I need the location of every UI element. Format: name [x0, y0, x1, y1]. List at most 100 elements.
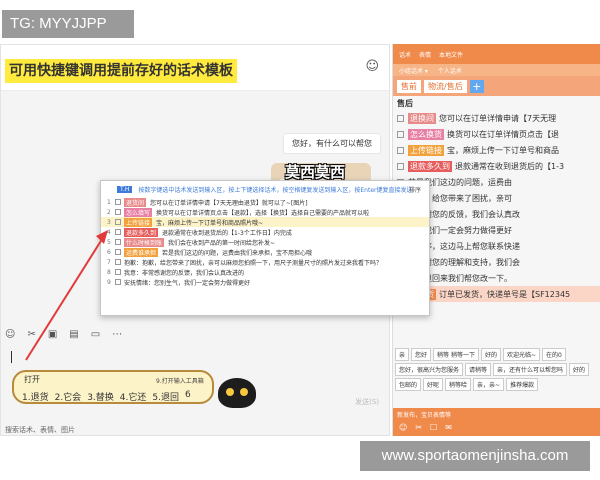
- row-badge: 上传链接: [408, 144, 444, 156]
- row-badge: 怎么填写: [124, 207, 153, 217]
- row-number: 7: [107, 258, 111, 266]
- checkbox[interactable]: [115, 209, 121, 215]
- add-tab-button[interactable]: +: [469, 79, 484, 93]
- row-text: 订单已发货，快递单号是【SF12345: [439, 289, 571, 299]
- row-text: 您可以在订单详情申请【7天无理由退货】就可以了~[图片]: [150, 199, 308, 207]
- checkbox[interactable]: [115, 239, 121, 245]
- popup-row[interactable]: 3 上传链接 宝，麻烦上传一下订单号和商品照片哦~: [101, 217, 429, 227]
- checkbox[interactable]: [115, 199, 121, 205]
- checkbox[interactable]: [397, 146, 404, 154]
- row-number: 5: [107, 238, 111, 246]
- checkbox[interactable]: [115, 259, 121, 265]
- hint-option[interactable]: 6: [185, 390, 191, 403]
- sidebar-sub-tab[interactable]: 小组话术 ▾: [399, 66, 428, 75]
- checkbox[interactable]: [115, 269, 121, 275]
- folder-icon[interactable]: ▭: [91, 329, 100, 347]
- chat-titlebar: 可用快捷键调用提前存好的话术模板 ☺: [1, 45, 389, 91]
- popup-row[interactable]: 5 什么时候到账 我们会在收到产品的第一时间给您补发~: [101, 237, 429, 247]
- sidebar-sub-tab[interactable]: 个人话术: [438, 66, 462, 75]
- quick-chip[interactable]: 好的: [569, 363, 590, 376]
- sidebar-top-tab[interactable]: 本地文件: [439, 50, 463, 59]
- sidebar-row[interactable]: 上传链接 宝，麻烦上传一下订单号和商品: [393, 142, 600, 158]
- tab-presale[interactable]: 售前: [397, 79, 421, 93]
- popup-row[interactable]: 4 退款多久到 退款通常在收到退货后的【1-3个工作日】内完成: [101, 227, 429, 237]
- hint-option[interactable]: 2.它会: [55, 390, 82, 403]
- row-text: 宝，麻烦上传一下订单号和商品: [447, 145, 559, 155]
- popup-row[interactable]: 1 退货间 您可以在订单详情申请【7天无理由退货】就可以了~[图片]: [101, 197, 429, 207]
- person-icon[interactable]: ☺: [365, 59, 379, 74]
- sidebar-row[interactable]: 怎么换货 换货可以在订单详情页点击【退: [393, 126, 600, 142]
- quick-chip[interactable]: 请稍等: [465, 363, 492, 376]
- quick-chip[interactable]: 好呢: [423, 378, 444, 391]
- scissors-icon[interactable]: ✂: [415, 423, 422, 432]
- quick-chip[interactable]: 好的: [480, 348, 501, 361]
- popup-row[interactable]: 6 运费谁承担 若是我们这边的问题，运费由我们来承担，宝不用担心哦: [101, 247, 429, 257]
- quick-chip[interactable]: 稍等 稍等一下: [433, 348, 479, 361]
- row-text: 您可以在订单详情申请【7天无理: [439, 113, 557, 123]
- checkbox[interactable]: [397, 130, 404, 138]
- quick-chip[interactable]: 亲，还有什么可以帮您吗: [493, 363, 568, 376]
- popup-row[interactable]: 9 安抚情绪：您别生气，我们一定会努力做得更好: [101, 277, 429, 287]
- emoji-icon[interactable]: ☺: [5, 329, 15, 347]
- hint-option[interactable]: 1.退货: [22, 390, 49, 403]
- hint-option[interactable]: 5.退回: [152, 390, 179, 403]
- checkbox[interactable]: [115, 249, 121, 255]
- mail-icon[interactable]: ✉: [445, 423, 452, 432]
- popup-hint: 按数字键选中话术发送到输入区，按上下键选择话术，按空格键复发送到输入区，按Ent…: [138, 186, 413, 194]
- row-text: 安抚情绪：您别生气，我们一定会努力做得更好: [124, 279, 251, 287]
- row-badge: 上传链接: [124, 217, 153, 227]
- hint-label: 打开: [24, 375, 40, 384]
- phrase-popup: T.H 按数字键选中话术发送到输入区，按上下键选择话术，按空格键复发送到输入区，…: [100, 180, 430, 316]
- hint-option[interactable]: 4.它还: [120, 390, 147, 403]
- row-text: 我们会在收到产品的第一时间给您补发~: [168, 239, 276, 247]
- quick-chip[interactable]: 您好，很高兴为您服务: [395, 363, 464, 376]
- emoji-icon[interactable]: ☺: [399, 423, 407, 432]
- message-bubble: 您好，有什么可以帮您: [283, 133, 381, 154]
- footer-icons: ☺ ✂ ☐ ✉: [399, 423, 452, 432]
- checkbox[interactable]: [115, 229, 121, 235]
- quick-chip[interactable]: 包邮的: [395, 378, 422, 391]
- row-badge: 退货间: [124, 197, 147, 207]
- more-icon[interactable]: ⋯: [112, 329, 122, 347]
- cat-sticker: [214, 372, 258, 410]
- search-input[interactable]: 搜索话术、表情、图片: [5, 425, 75, 435]
- checkbox[interactable]: [397, 162, 404, 170]
- quick-chip[interactable]: 亲: [395, 348, 410, 361]
- file-icon[interactable]: ▤: [69, 329, 78, 347]
- window-icon[interactable]: ☐: [430, 423, 437, 432]
- text-cursor: [11, 351, 12, 363]
- quick-chip[interactable]: 亲，亲~: [473, 378, 505, 391]
- quick-chip[interactable]: 您好: [411, 348, 432, 361]
- sidebar-top-tab[interactable]: 表情: [419, 50, 431, 59]
- row-text: 退款通常在收到退货后的【1-3个工作日】内完成: [162, 229, 292, 237]
- quick-chip[interactable]: 在的0: [542, 348, 566, 361]
- checkbox[interactable]: [397, 114, 404, 122]
- sidebar-tabs: 售前 物流/售后 +: [393, 76, 600, 96]
- send-button[interactable]: 发送(S): [355, 397, 379, 407]
- sidebar-sub-tabs: 小组话术 ▾ 个人话术: [393, 64, 600, 76]
- row-badge: 退换间: [408, 112, 436, 124]
- popup-row[interactable]: 2 怎么填写 换货可以在订单详情页点击【退款】，选择【换货】选择自己需要的产品就可以…: [101, 207, 429, 217]
- sort-button[interactable]: 排序: [409, 185, 421, 194]
- footer-text: 新发布，宝贝表情等: [397, 412, 452, 419]
- quick-chip[interactable]: 稍等哈: [445, 378, 472, 391]
- hint-option[interactable]: 3.替换: [87, 390, 114, 403]
- popup-row[interactable]: 8 我意：非常感谢您的反馈，我们会认真改进的: [101, 267, 429, 277]
- sidebar-row[interactable]: 退换间 您可以在订单详情申请【7天无理: [393, 110, 600, 126]
- quick-chip[interactable]: 欢迎光临~: [502, 348, 540, 361]
- sidebar-row[interactable]: 退款多久到 退款通常在收到退货后的【1-3: [393, 158, 600, 174]
- cat-eye: [226, 388, 234, 396]
- popup-row[interactable]: 7 抱歉：抱歉，给您带来了困扰，亲可以麻烦您拍照一下，用尺子测量尺寸的照片发过来我…: [101, 257, 429, 267]
- image-icon[interactable]: ▣: [48, 329, 57, 347]
- hint-options: 1.退货 2.它会 3.替换 4.它还 5.退回 6: [22, 390, 191, 403]
- row-text: 若是我们这边的问题，运费由我们来承担，宝不用担心哦: [162, 249, 313, 257]
- checkbox[interactable]: [115, 279, 121, 285]
- sidebar-top-tab[interactable]: 话术: [399, 50, 411, 59]
- tab-aftersale[interactable]: 物流/售后: [424, 79, 467, 93]
- row-badge: 怎么换货: [408, 128, 444, 140]
- scissors-icon[interactable]: ✂: [27, 329, 35, 347]
- watermark-top: TG: MYYJJPP: [2, 10, 134, 38]
- checkbox[interactable]: [115, 219, 121, 225]
- row-badge: 什么时候到账: [124, 237, 165, 247]
- quick-chip[interactable]: 推荐爆款: [506, 378, 539, 391]
